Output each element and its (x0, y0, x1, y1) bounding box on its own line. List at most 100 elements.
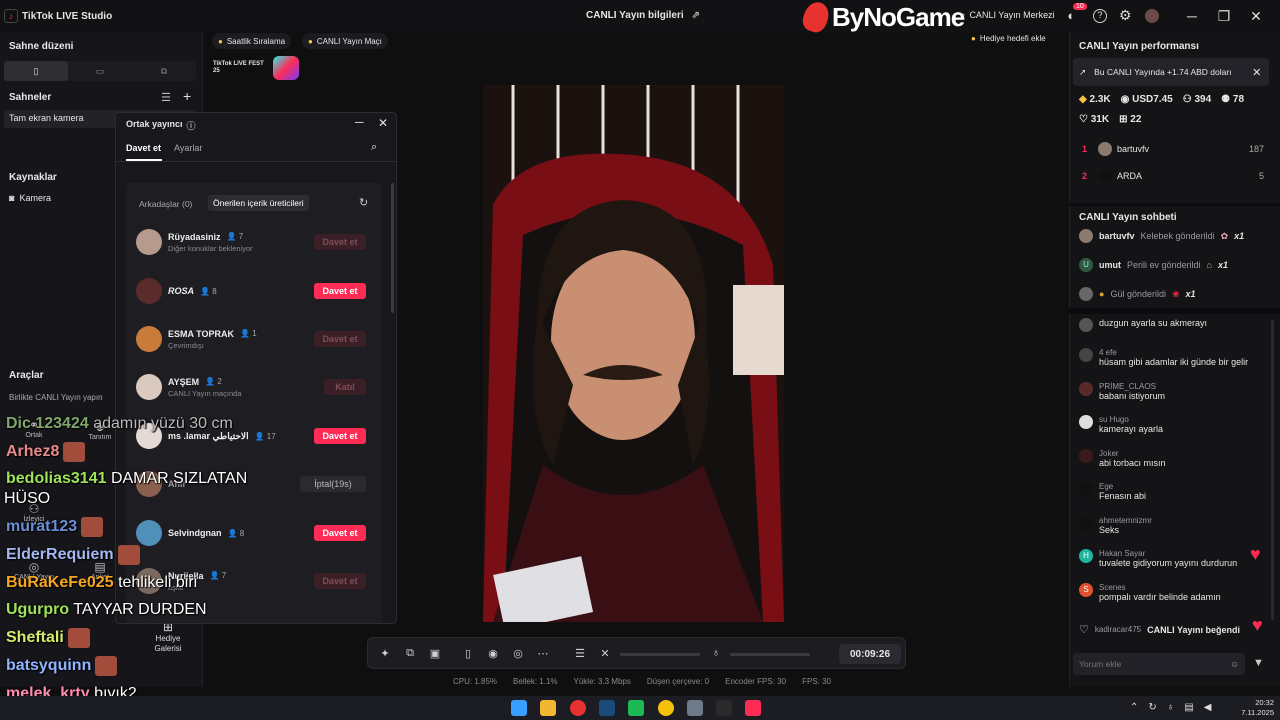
overlay-user: Dic 123424 (6, 415, 89, 432)
avatar (1079, 449, 1093, 463)
source-camera[interactable]: ◙ Kamera (9, 193, 51, 203)
help-icon[interactable]: ? (1093, 9, 1107, 23)
invite-button[interactable]: Davet et (314, 428, 366, 444)
live-fest-badge[interactable]: TikTok LIVE FEST 25 (213, 56, 305, 80)
control-bar: ✦ ⧉ ▣ ▯ ◉ ◎ ⋯ ☰ ✕ ♁ 00:09:26 (367, 637, 906, 669)
tab-invite[interactable]: Davet et (126, 143, 161, 153)
camera-switch-icon[interactable]: ◎ (511, 646, 525, 660)
network-icon[interactable]: ▤ (1184, 702, 1193, 713)
layout-multi-tab[interactable]: ⧉ (132, 61, 196, 81)
window-controls: ─ ❐ ✕ (1176, 0, 1272, 32)
avatar (136, 278, 162, 304)
viewers-value: 394 (1194, 94, 1212, 105)
chat-filter-icon[interactable]: ▼ (1253, 657, 1264, 669)
gift-mult: x1 (1234, 231, 1245, 241)
chrome-icon[interactable] (658, 700, 674, 716)
mic-tray-icon[interactable]: ♁ (1167, 702, 1175, 713)
chat-scrollbar[interactable] (1271, 320, 1274, 620)
live-center-link[interactable]: ◔ CANLI Yayın Merkezi (960, 10, 1055, 20)
join-button[interactable]: Katıl (324, 379, 366, 395)
microphone-icon[interactable]: ♁ (709, 646, 723, 660)
tiktok-live-taskbar-icon[interactable] (745, 700, 761, 716)
clock[interactable]: 20:32 7.11.2025 (1232, 698, 1274, 718)
top-gifter-row[interactable]: 2 ARDA 5 (1082, 169, 1264, 183)
tray-icons[interactable]: ⌃ ↻ ♁ ▤ ◀ (1130, 702, 1211, 713)
chip-live-match[interactable]: ● CANLI Yayın Maçı (302, 33, 388, 49)
maximize-icon[interactable]: ❐ (1208, 0, 1240, 32)
sync-icon[interactable]: ↻ (1148, 702, 1156, 713)
heart-outline-icon: ♡ (1079, 114, 1088, 125)
modal-close-icon[interactable]: ✕ (378, 116, 388, 130)
landscape-icon: ▭ (95, 65, 105, 76)
emote-icon (117, 545, 140, 565)
tab-settings[interactable]: Ayarlar (174, 143, 202, 153)
windows-start-icon[interactable] (511, 700, 527, 716)
magic-wand-icon[interactable]: ✦ (378, 646, 392, 660)
gift-goal-button[interactable]: ● Hediye hedefi ekle (971, 34, 1046, 43)
app-icon[interactable] (570, 700, 586, 716)
subtab-suggested[interactable]: Önerilen içerik üreticileri (208, 195, 309, 211)
chat-text: tuvalete gidiyorum yayını durdurun (1099, 558, 1238, 568)
chat-user: Ege (1099, 482, 1114, 491)
camera-app-icon[interactable] (687, 700, 703, 716)
invite-button[interactable]: Davet et (314, 573, 366, 589)
profile-avatar[interactable] (1145, 9, 1159, 23)
modal-scrollbar[interactable] (391, 183, 394, 313)
emoji-icon[interactable]: ☺ (1230, 659, 1239, 669)
overlay-chat-line: Ugurpro TAYYAR DURDEN (6, 601, 207, 619)
phone-icon[interactable]: ▯ (461, 646, 475, 660)
layout-portrait-tab[interactable]: ▯ (4, 61, 68, 81)
mixer-icon[interactable]: ☰ (573, 646, 587, 660)
info-icon[interactable]: ⓘ (187, 119, 196, 132)
mic-volume-slider[interactable] (730, 653, 810, 656)
spotify-like-icon[interactable] (628, 700, 644, 716)
invite-button[interactable]: Davet et (314, 283, 366, 299)
stream-info-title[interactable]: CANLI Yayın bilgileri ⇗ (586, 10, 700, 21)
speaker-volume-slider[interactable] (620, 653, 700, 656)
record-icon[interactable]: ◉ (486, 646, 500, 660)
top-gifter-row[interactable]: 1 bartuvfv 187 (1082, 142, 1264, 156)
tool-gift-gallery[interactable]: ⊞ Hediye Galerisi (146, 620, 190, 654)
invite-button[interactable]: Davet et (314, 234, 366, 250)
chat-message: PRİME_CLAOS babanı istiyorum (1079, 382, 1165, 401)
chip-hourly-ranking[interactable]: ● Saatlik Sıralama (212, 33, 292, 49)
gift-goal-label: Hediye hedefi ekle (979, 34, 1046, 43)
emote-icon (95, 656, 118, 676)
stream-info-label: CANLI Yayın bilgileri (586, 10, 684, 21)
viewers-stat: ⚇ 394 (1183, 94, 1211, 105)
speaker-muted-icon[interactable]: ✕ (598, 646, 612, 660)
invite-button[interactable]: Davet et (314, 525, 366, 541)
chat-user: Scenes (1099, 583, 1126, 592)
overlay-msg: adamın yüzü 30 cm (93, 415, 233, 432)
obs-icon[interactable] (716, 700, 732, 716)
modal-search-icon[interactable]: ⌕ (371, 141, 377, 154)
notifications-button[interactable]: ◖ 10 (1066, 3, 1087, 24)
refresh-icon[interactable]: ↻ (359, 196, 368, 209)
modal-minimize-icon[interactable]: ─ (355, 115, 364, 129)
overlay-user: bedolias3141 (6, 470, 107, 487)
file-explorer-icon[interactable] (540, 700, 556, 716)
more-icon[interactable]: ⋯ (536, 646, 550, 660)
share-icon[interactable]: ⇗ (692, 10, 700, 21)
invite-button[interactable]: Davet et (314, 331, 366, 347)
scene-list-icon[interactable]: ☰ (161, 91, 171, 104)
effects-icon[interactable]: ⧉ (403, 646, 417, 660)
steam-icon[interactable] (599, 700, 615, 716)
settings-gear-icon[interactable]: ⚙ (1119, 7, 1132, 24)
layout-icon[interactable]: ▣ (428, 646, 442, 660)
minimize-icon[interactable]: ─ (1176, 0, 1208, 32)
comment-input[interactable]: Yorum ekle ☺ (1073, 653, 1245, 675)
add-scene-icon[interactable]: + (183, 88, 191, 104)
chevron-up-icon[interactable]: ⌃ (1130, 702, 1138, 713)
encoder-fps-stat: Encoder FPS: 30 (725, 677, 787, 686)
banner-close-icon[interactable]: ✕ (1252, 66, 1261, 79)
watermark-text: ByNoGame (832, 1, 965, 32)
row-name: Rüyadasiniz (168, 231, 221, 242)
layout-landscape-tab[interactable]: ▭ (68, 61, 132, 81)
gift-mult: x1 (1217, 260, 1228, 270)
close-icon[interactable]: ✕ (1240, 0, 1272, 32)
volume-icon[interactable]: ◀ (1204, 702, 1212, 713)
subtab-friends[interactable]: Arkadaşlar (0) (139, 199, 192, 209)
row-count-value: 8 (212, 286, 217, 296)
cancel-invite-button[interactable]: İptal(19s) (300, 476, 366, 492)
